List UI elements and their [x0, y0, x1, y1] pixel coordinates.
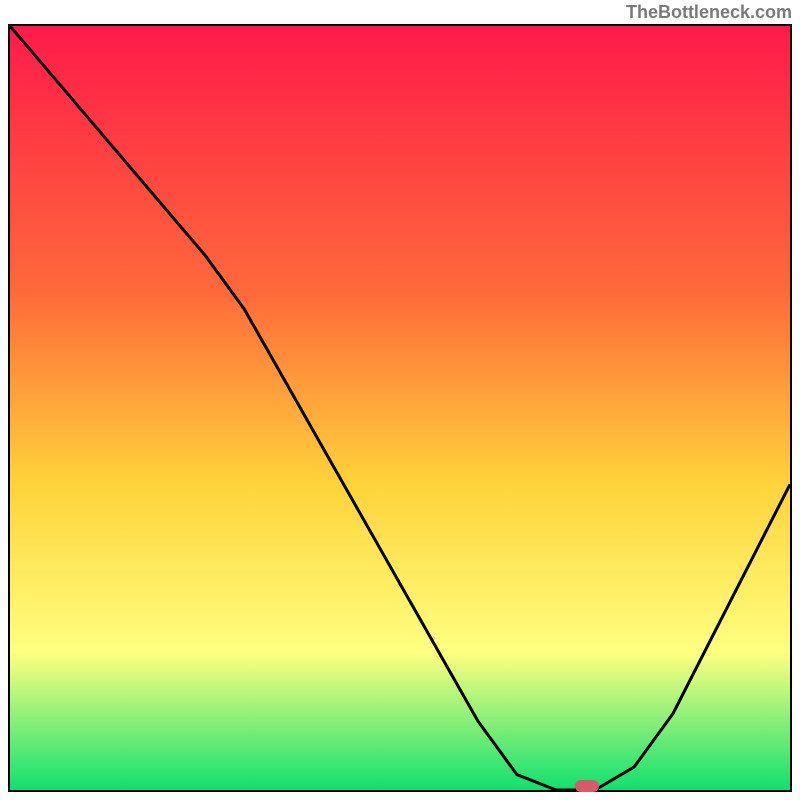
minimum-marker — [575, 780, 599, 792]
bottleneck-curve — [10, 26, 790, 790]
attribution-text: TheBottleneck.com — [626, 2, 792, 23]
chart-frame — [8, 24, 792, 792]
